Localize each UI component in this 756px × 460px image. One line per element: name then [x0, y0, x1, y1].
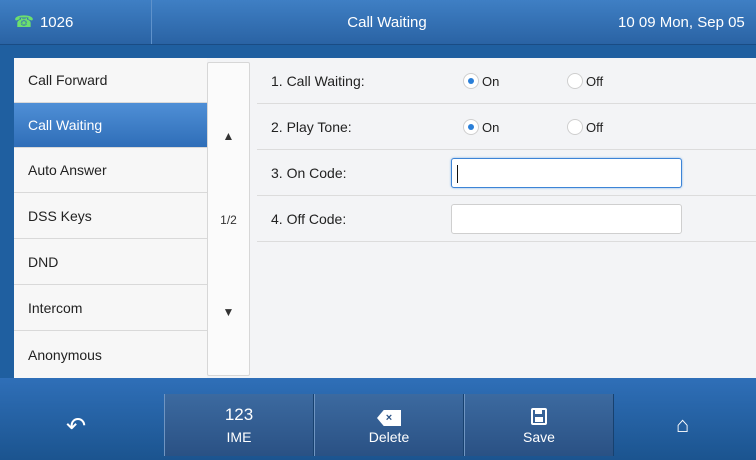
- delete-label: Delete: [368, 429, 410, 445]
- menu-item-intercom[interactable]: Intercom: [14, 286, 207, 331]
- ime-softkey[interactable]: 123 IME: [164, 394, 314, 456]
- menu-item-anonymous[interactable]: Anonymous: [14, 332, 207, 377]
- scroll-up-icon[interactable]: ▲: [208, 129, 249, 143]
- feature-menu: Call Forward Call Waiting Auto Answer DS…: [14, 58, 207, 378]
- play-tone-label: 2. Play Tone:: [271, 118, 352, 135]
- page-title: Call Waiting: [347, 13, 427, 31]
- title-bar: ☎ 1026 Call Waiting 10 09 Mon, Sep 05: [0, 0, 756, 45]
- save-icon: [531, 407, 547, 425]
- off-code-row: 4. Off Code:: [257, 196, 756, 242]
- off-code-label: 4. Off Code:: [271, 210, 347, 227]
- on-code-input[interactable]: [451, 158, 682, 188]
- phone-screen: ☎ 1026 Call Waiting 10 09 Mon, Sep 05 Ca…: [0, 0, 756, 460]
- delete-softkey[interactable]: × Delete: [314, 394, 464, 456]
- call-waiting-off-radio[interactable]: Off: [567, 72, 603, 90]
- play-tone-off-radio[interactable]: Off: [567, 118, 603, 136]
- account-indicator[interactable]: ☎ 1026: [0, 0, 152, 44]
- home-icon[interactable]: ⌂: [676, 412, 689, 438]
- back-icon[interactable]: ↶: [66, 412, 86, 441]
- ime-label: IME: [226, 429, 252, 445]
- menu-item-call-forward[interactable]: Call Forward: [14, 58, 207, 103]
- call-waiting-label: 1. Call Waiting:: [271, 72, 365, 89]
- phone-icon: ☎: [14, 14, 34, 31]
- play-tone-on-radio[interactable]: On: [463, 118, 499, 136]
- play-tone-row: 2. Play Tone: On Off: [257, 104, 756, 150]
- call-waiting-row: 1. Call Waiting: On Off: [257, 58, 756, 104]
- radio-unselected-icon: [567, 73, 583, 89]
- text-cursor: [457, 165, 458, 183]
- softkey-bar: ↶ 123 IME × Delete Save ⌂: [0, 378, 756, 460]
- settings-form: 1. Call Waiting: On Off 2. Play Tone: On: [257, 58, 756, 378]
- account-number: 1026: [39, 13, 74, 31]
- on-code-row: 3. On Code:: [257, 150, 756, 196]
- scroll-down-icon[interactable]: ▼: [208, 305, 249, 319]
- page-indicator: 1/2: [220, 213, 237, 227]
- save-label: Save: [523, 429, 555, 445]
- menu-item-call-waiting[interactable]: Call Waiting: [14, 103, 207, 148]
- call-waiting-on-radio[interactable]: On: [463, 72, 499, 90]
- backspace-icon: ×: [377, 410, 401, 426]
- content-panel: Call Forward Call Waiting Auto Answer DS…: [14, 58, 756, 378]
- off-code-input[interactable]: [451, 204, 682, 234]
- menu-item-auto-answer[interactable]: Auto Answer: [14, 148, 207, 193]
- radio-selected-icon: [463, 119, 479, 135]
- menu-item-dss-keys[interactable]: DSS Keys: [14, 194, 207, 239]
- on-code-label: 3. On Code:: [271, 164, 347, 181]
- save-softkey[interactable]: Save: [464, 394, 614, 456]
- radio-unselected-icon: [567, 119, 583, 135]
- ime-mode: 123: [224, 405, 254, 424]
- menu-item-dnd[interactable]: DND: [14, 240, 207, 285]
- clock: 10 09 Mon, Sep 05: [618, 13, 745, 31]
- menu-scrollbar[interactable]: ▲ 1/2 ▼: [207, 62, 250, 376]
- radio-selected-icon: [463, 73, 479, 89]
